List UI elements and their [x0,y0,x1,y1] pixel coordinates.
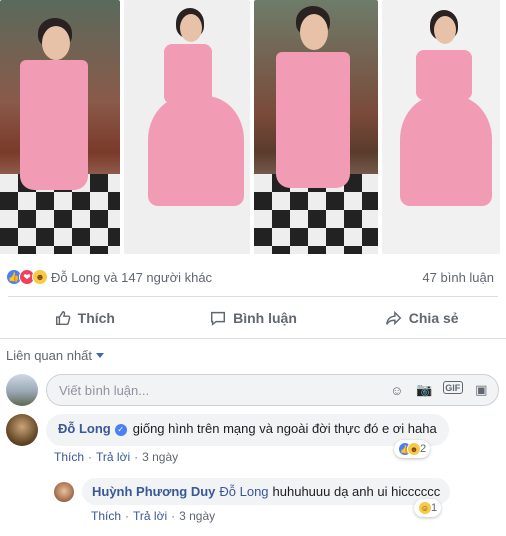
photo-grid [0,0,506,258]
divider [0,338,506,339]
thumbs-up-icon [55,310,71,326]
comment-reply-link[interactable]: Trả lời [133,509,167,523]
avatar[interactable] [54,482,74,502]
haha-reaction-icon: ☻ [32,269,48,285]
post-photo-3[interactable] [254,0,378,254]
comment-like-link[interactable]: Thích [91,509,121,523]
comment-reply: Huỳnh Phương Duy Đỗ Long huhuhuuu dạ anh u… [54,478,451,505]
comment-bubble: Huỳnh Phương Duy Đỗ Long huhuhuuu dạ anh u… [82,478,451,505]
sticker-icon[interactable]: ▣ [473,381,491,399]
emoji-icon[interactable]: ☺ [388,381,406,399]
share-icon [385,310,402,326]
post-actions: Thích Bình luận Chia sẻ [0,302,506,334]
comment-text: giống hình trên mạng và ngoài đời thực đ… [132,421,437,436]
gif-icon[interactable]: GIF [443,381,463,394]
divider [8,296,498,297]
comment-icon [211,311,226,326]
comment-author[interactable]: Đỗ Long [58,421,111,436]
comment-button[interactable]: Bình luận [169,302,338,334]
chevron-down-icon [96,353,105,358]
post-photo-4[interactable] [382,0,500,254]
comment-reply-link[interactable]: Trả lời [96,450,130,464]
post-photo-2[interactable] [124,0,250,254]
comment-text: huhuhuuu dạ anh ui hicccccc [272,484,441,499]
reaction-summary-text[interactable]: Đỗ Long và 147 người khác [51,270,212,285]
comment-sort-dropdown[interactable]: Liên quan nhất [6,348,105,363]
like-button[interactable]: Thích [0,302,169,334]
camera-icon[interactable]: 📷 [416,381,434,399]
comment-mention[interactable]: Đỗ Long [219,484,268,499]
reaction-summary[interactable]: 👍 ❤ ☻ Đỗ Long và 147 người khác [6,269,212,285]
verified-badge-icon: ✓ [114,423,127,436]
comment-bubble: Đỗ Long ✓ giống hình trên mạng và ngoài đờ… [46,414,449,446]
haha-reaction-icon: ☻ [407,442,421,456]
comment-reaction-count[interactable]: 👍 ☻ 2 [394,440,431,458]
share-button[interactable]: Chia sẻ [337,302,506,334]
post-photo-1[interactable] [0,0,120,254]
comment-like-link[interactable]: Thích [54,450,84,464]
comment-time[interactable]: 3 ngày [179,509,215,523]
reaction-summary-bar: 👍 ❤ ☻ Đỗ Long và 147 người khác 47 bình … [0,264,506,290]
avatar[interactable] [6,414,38,446]
comment-time[interactable]: 3 ngày [142,450,178,464]
comment-meta: Thích · Trả lời · 3 ngày [91,509,216,523]
wow-reaction-icon: ☺ [418,501,432,515]
comment-reaction-count[interactable]: ☺ 1 [414,499,442,517]
avatar[interactable] [6,374,38,406]
comment-composer: Viết bình luận... ☺ 📷 GIF ▣ [6,374,499,406]
comment: Đỗ Long ✓ giống hình trên mạng và ngoài đờ… [6,414,449,446]
comment-author[interactable]: Huỳnh Phương Duy [92,484,215,499]
comment-meta: Thích · Trả lời · 3 ngày [54,450,179,464]
comments-count[interactable]: 47 bình luận [422,270,494,285]
comment-input[interactable]: Viết bình luận... ☺ 📷 GIF ▣ [46,374,499,406]
